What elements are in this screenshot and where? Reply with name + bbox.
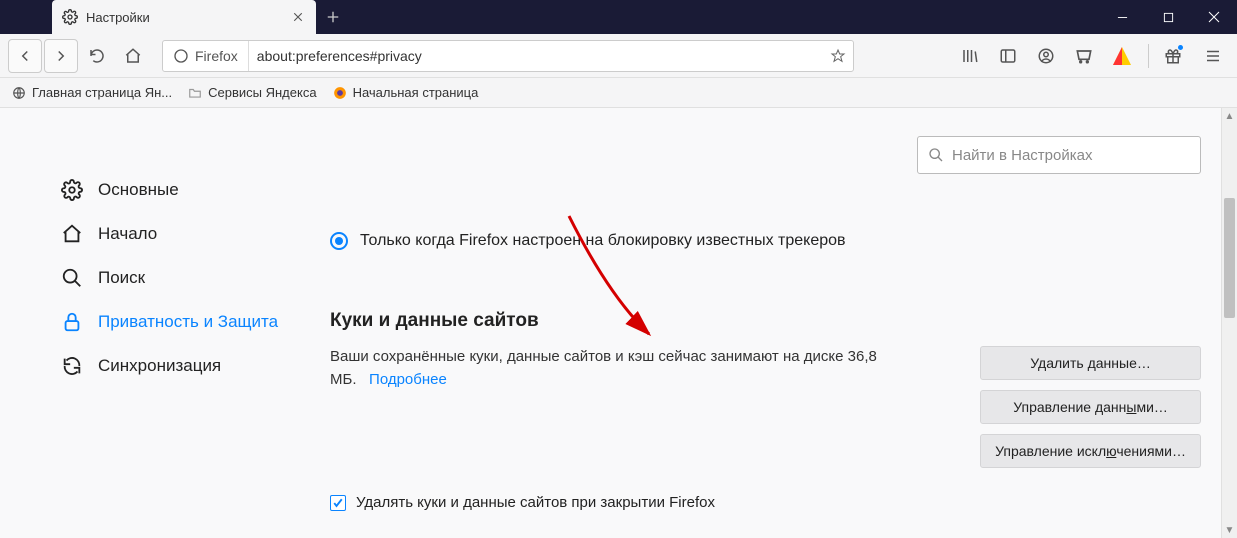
window-titlebar: Настройки (0, 0, 1237, 34)
globe-icon (12, 86, 26, 100)
bookmark-item[interactable]: Сервисы Яндекса (188, 85, 316, 100)
bookmark-label: Сервисы Яндекса (208, 85, 316, 100)
home-button[interactable] (116, 39, 150, 73)
firefox-icon (173, 48, 189, 64)
sidebar-item-label: Приватность и Защита (98, 312, 278, 332)
vertical-scrollbar[interactable]: ▲ ▼ (1221, 108, 1237, 538)
sidebar-item-label: Основные (98, 180, 179, 200)
separator (1148, 44, 1149, 68)
url-input[interactable] (249, 48, 823, 64)
search-icon (928, 147, 944, 163)
gear-icon (62, 9, 78, 25)
clear-data-button[interactable]: Удалить данные… (980, 346, 1201, 380)
search-icon (60, 266, 84, 290)
identity-label: Firefox (195, 48, 238, 64)
nav-toolbar: Firefox (0, 34, 1237, 78)
back-button[interactable] (8, 39, 42, 73)
manage-exceptions-button[interactable]: Управление исключениями… (980, 434, 1201, 468)
close-icon[interactable] (290, 9, 306, 25)
tab-label: Настройки (86, 10, 282, 25)
url-bar[interactable]: Firefox (162, 40, 854, 72)
gear-icon (60, 178, 84, 202)
tab-strip: Настройки (0, 0, 1099, 34)
manage-data-button[interactable]: Управление данными… (980, 390, 1201, 424)
cart-icon[interactable] (1068, 40, 1100, 72)
new-tab-button[interactable] (316, 0, 350, 34)
checkbox-label: Удалять куки и данные сайтов при закрыти… (356, 494, 715, 511)
sidebar-item-label: Синхронизация (98, 356, 221, 376)
sync-icon (60, 354, 84, 378)
sidebar-item-general[interactable]: Основные (50, 168, 300, 212)
radio-label: Только когда Firefox настроен на блокиро… (360, 232, 846, 250)
lock-icon (60, 310, 84, 334)
cookies-section: Куки и данные сайтов Ваши сохранённые ку… (330, 310, 1207, 511)
cookies-buttons: Удалить данные… Управление данными… Упра… (980, 346, 1201, 468)
preferences-sidebar: Основные Начало Поиск Приватность и Защи… (0, 108, 300, 538)
tracking-radio-option[interactable]: Только когда Firefox настроен на блокиро… (330, 232, 1207, 250)
learn-more-link[interactable]: Подробнее (369, 371, 447, 388)
sidebar-icon[interactable] (992, 40, 1024, 72)
reload-button[interactable] (80, 39, 114, 73)
bookmarks-bar: Главная страница Ян... Сервисы Яндекса Н… (0, 78, 1237, 108)
toolbar-actions (954, 40, 1229, 72)
gift-icon[interactable] (1159, 40, 1191, 72)
scroll-up-icon[interactable]: ▲ (1222, 108, 1237, 124)
bookmark-item[interactable]: Главная страница Ян... (12, 85, 172, 100)
window-minimize-button[interactable] (1099, 0, 1145, 34)
window-controls (1099, 0, 1237, 34)
window-close-button[interactable] (1191, 0, 1237, 34)
forward-button[interactable] (44, 39, 78, 73)
account-icon[interactable] (1030, 40, 1062, 72)
scroll-thumb[interactable] (1224, 198, 1235, 318)
search-placeholder: Найти в Настройках (952, 147, 1092, 164)
library-icon[interactable] (954, 40, 986, 72)
section-heading: Куки и данные сайтов (330, 310, 1207, 332)
home-icon (60, 222, 84, 246)
content-area: Основные Начало Поиск Приватность и Защи… (0, 108, 1237, 538)
bookmark-label: Главная страница Ян... (32, 85, 172, 100)
delete-on-close-checkbox[interactable]: Удалять куки и данные сайтов при закрыти… (330, 494, 1207, 511)
preferences-main: Найти в Настройках Только когда Firefox … (300, 108, 1237, 538)
sidebar-item-home[interactable]: Начало (50, 212, 300, 256)
sidebar-item-label: Начало (98, 224, 157, 244)
bookmark-star-icon[interactable] (823, 48, 853, 64)
bookmark-label: Начальная страница (353, 85, 479, 100)
tab-settings[interactable]: Настройки (52, 0, 316, 34)
sidebar-item-search[interactable]: Поиск (50, 256, 300, 300)
firefox-icon (333, 86, 347, 100)
sidebar-item-sync[interactable]: Синхронизация (50, 344, 300, 388)
scroll-down-icon[interactable]: ▼ (1222, 522, 1237, 538)
site-identity[interactable]: Firefox (163, 41, 249, 71)
folder-icon (188, 86, 202, 100)
section-description: Ваши сохранённые куки, данные сайтов и к… (330, 346, 890, 391)
sidebar-item-privacy[interactable]: Приватность и Защита (50, 300, 300, 344)
settings-search[interactable]: Найти в Настройках (917, 136, 1201, 174)
window-maximize-button[interactable] (1145, 0, 1191, 34)
sidebar-item-label: Поиск (98, 268, 145, 288)
menu-icon[interactable] (1197, 40, 1229, 72)
checkbox-checked-icon (330, 495, 346, 511)
radio-selected-icon (330, 232, 348, 250)
bookmark-item[interactable]: Начальная страница (333, 85, 479, 100)
yandex-icon[interactable] (1106, 40, 1138, 72)
